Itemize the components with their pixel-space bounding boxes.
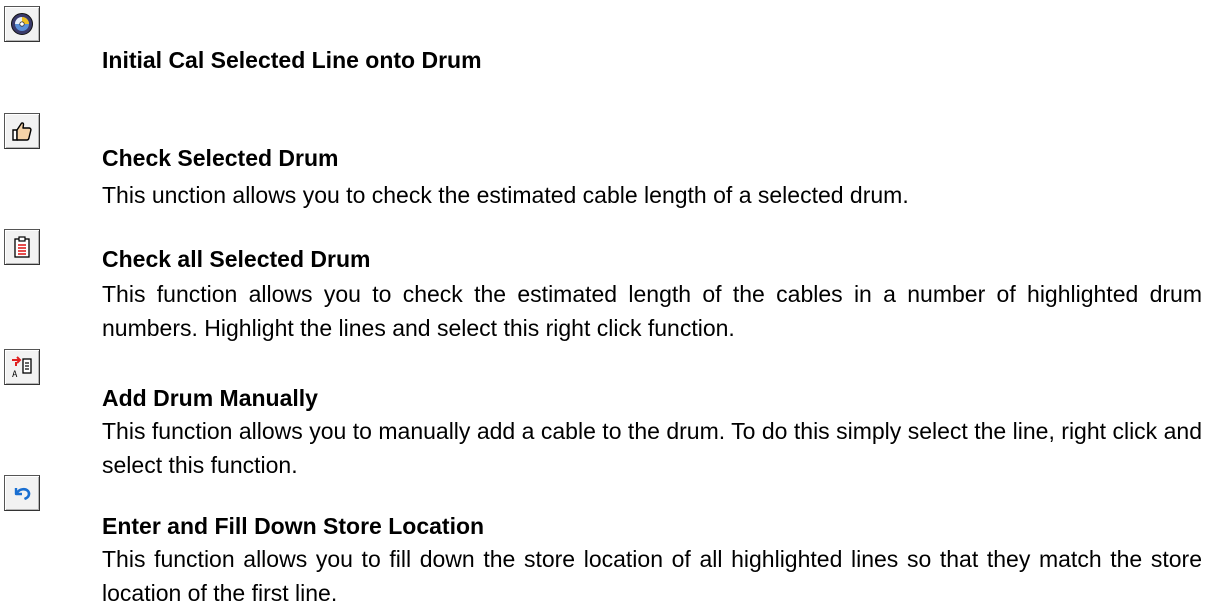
document-list-icon-graphic — [14, 236, 30, 258]
item-title-check-all-selected-drum: Check all Selected Drum — [102, 246, 371, 272]
document-list-icon[interactable] — [4, 229, 40, 265]
item-title-initial-cal: Initial Cal Selected Line onto Drum — [102, 47, 482, 73]
cd-disc-icon-graphic — [11, 13, 33, 35]
undo-arrow-icon-graphic — [14, 487, 31, 500]
item-description-add-drum-manually: This function allows you to manually add… — [102, 418, 1202, 478]
item-description-check-all-selected-drum: This function allows you to check the es… — [102, 281, 1202, 341]
thumbs-up-icon-graphic — [12, 122, 32, 141]
add-arrow-icon-graphic: A — [12, 356, 32, 380]
thumbs-up-icon[interactable] — [4, 113, 40, 149]
item-title-add-drum-manually: Add Drum Manually — [102, 385, 318, 411]
item-title-check-selected-drum: Check Selected Drum — [102, 145, 339, 171]
svg-text:A: A — [12, 370, 18, 380]
item-description-enter-fill-down-store-location: This function allows you to fill down th… — [102, 546, 1202, 606]
undo-arrow-icon[interactable] — [4, 475, 40, 511]
item-description-check-selected-drum: This unction allows you to check the est… — [102, 182, 909, 208]
add-arrow-icon[interactable]: A — [4, 349, 40, 385]
cd-disc-icon[interactable] — [4, 6, 40, 42]
item-title-enter-fill-down-store-location: Enter and Fill Down Store Location — [102, 513, 485, 539]
